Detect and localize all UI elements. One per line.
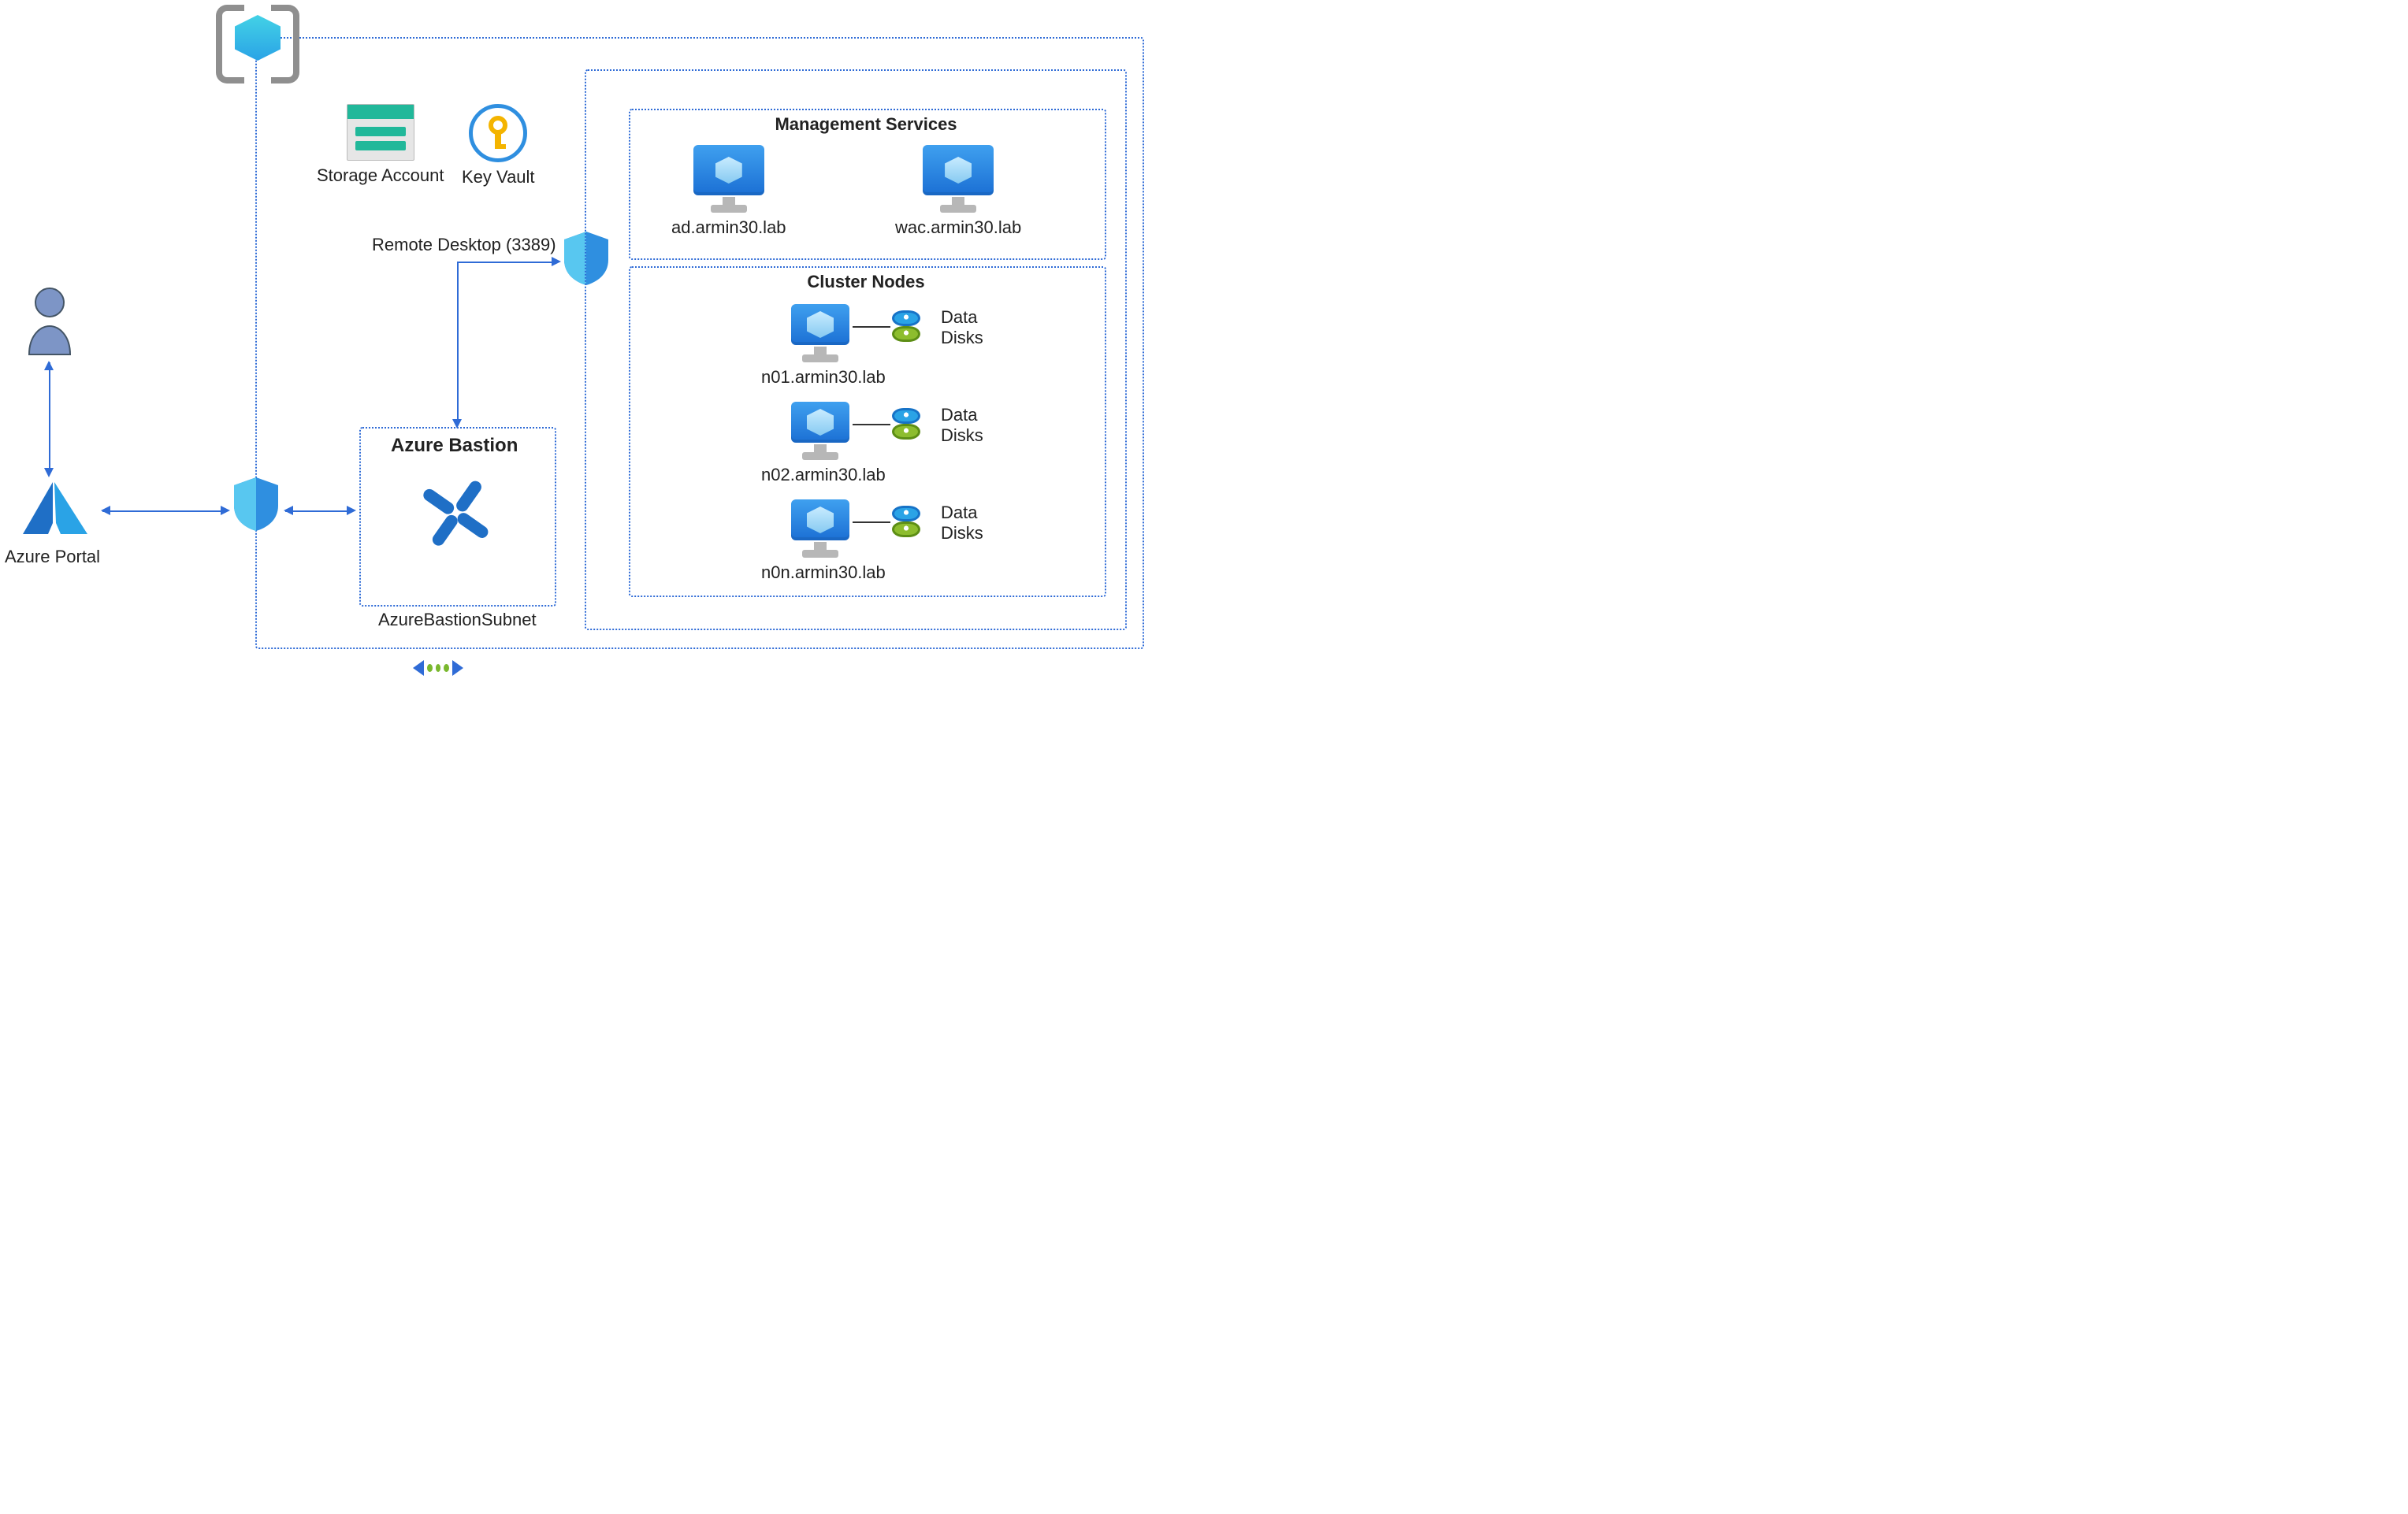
nn-disk-line bbox=[853, 521, 890, 523]
n1-disk-line bbox=[853, 326, 890, 328]
cluster-node-2-label: n02.armin30.lab bbox=[761, 465, 886, 485]
mgmt-node-wac-label: wac.armin30.lab bbox=[895, 217, 1021, 238]
user-icon bbox=[21, 285, 78, 356]
vm-icon bbox=[923, 145, 994, 213]
cluster-node-n bbox=[791, 499, 849, 558]
portal-shield-line bbox=[102, 510, 225, 512]
azure-logo-icon bbox=[6, 477, 100, 542]
vm-icon bbox=[791, 402, 849, 460]
user bbox=[21, 285, 78, 356]
bastion-icon bbox=[413, 469, 500, 556]
architecture-diagram: Storage Account Key Vault Azure Portal A… bbox=[0, 0, 1166, 693]
cluster-node-n-label: n0n.armin30.lab bbox=[761, 562, 886, 583]
management-services-title: Management Services bbox=[629, 112, 1103, 135]
key-vault-icon bbox=[469, 104, 527, 162]
n2-disk-line bbox=[853, 424, 890, 425]
azure-portal: Azure Portal bbox=[5, 477, 100, 567]
data-disks-label: Data Disks bbox=[941, 503, 983, 544]
arrow-right-icon bbox=[347, 506, 356, 515]
rdp-label: Remote Desktop (3389) bbox=[372, 235, 556, 255]
mgmt-node-ad: ad.armin30.lab bbox=[671, 145, 786, 238]
arrow-down-icon bbox=[452, 419, 462, 429]
data-disks-label: Data Disks bbox=[941, 405, 983, 446]
vm-icon bbox=[791, 499, 849, 558]
vm-icon bbox=[693, 145, 764, 213]
data-disks-icon bbox=[892, 408, 920, 440]
key-vault: Key Vault bbox=[462, 104, 535, 187]
data-disks-icon bbox=[892, 310, 920, 342]
arrow-left-icon bbox=[101, 506, 110, 515]
mgmt-node-wac: wac.armin30.lab bbox=[895, 145, 1021, 238]
storage-account: Storage Account bbox=[317, 104, 444, 186]
arrow-down-icon bbox=[44, 468, 54, 477]
nsg-shield-outer bbox=[231, 476, 281, 532]
arrow-right-icon bbox=[552, 257, 561, 266]
key-vault-label: Key Vault bbox=[462, 167, 535, 187]
vnet-icon bbox=[410, 655, 466, 681]
cluster-nodes-box bbox=[629, 266, 1106, 597]
bastion-subnet-label: AzureBastionSubnet bbox=[378, 610, 537, 630]
cluster-nodes-title: Cluster Nodes bbox=[629, 269, 1103, 292]
cluster-node-2 bbox=[791, 402, 849, 460]
rdp-vline bbox=[457, 262, 459, 424]
arrow-right-icon bbox=[221, 506, 230, 515]
rdp-hline bbox=[457, 262, 556, 263]
mgmt-node-ad-label: ad.armin30.lab bbox=[671, 217, 786, 238]
azure-portal-label: Azure Portal bbox=[5, 547, 100, 567]
vm-icon bbox=[791, 304, 849, 362]
cluster-node-1-label: n01.armin30.lab bbox=[761, 367, 886, 388]
data-disks-label: Data Disks bbox=[941, 307, 983, 348]
arrow-up-icon bbox=[44, 361, 54, 370]
resource-group-icon bbox=[214, 0, 301, 76]
storage-account-label: Storage Account bbox=[317, 165, 444, 186]
user-to-portal-line bbox=[49, 362, 50, 473]
bastion-title: Azure Bastion bbox=[391, 435, 518, 457]
shield-bastion-line bbox=[285, 510, 351, 512]
data-disks-icon bbox=[892, 506, 920, 537]
arrow-left-icon bbox=[284, 506, 293, 515]
storage-account-icon bbox=[347, 104, 414, 161]
cluster-node-1 bbox=[791, 304, 849, 362]
